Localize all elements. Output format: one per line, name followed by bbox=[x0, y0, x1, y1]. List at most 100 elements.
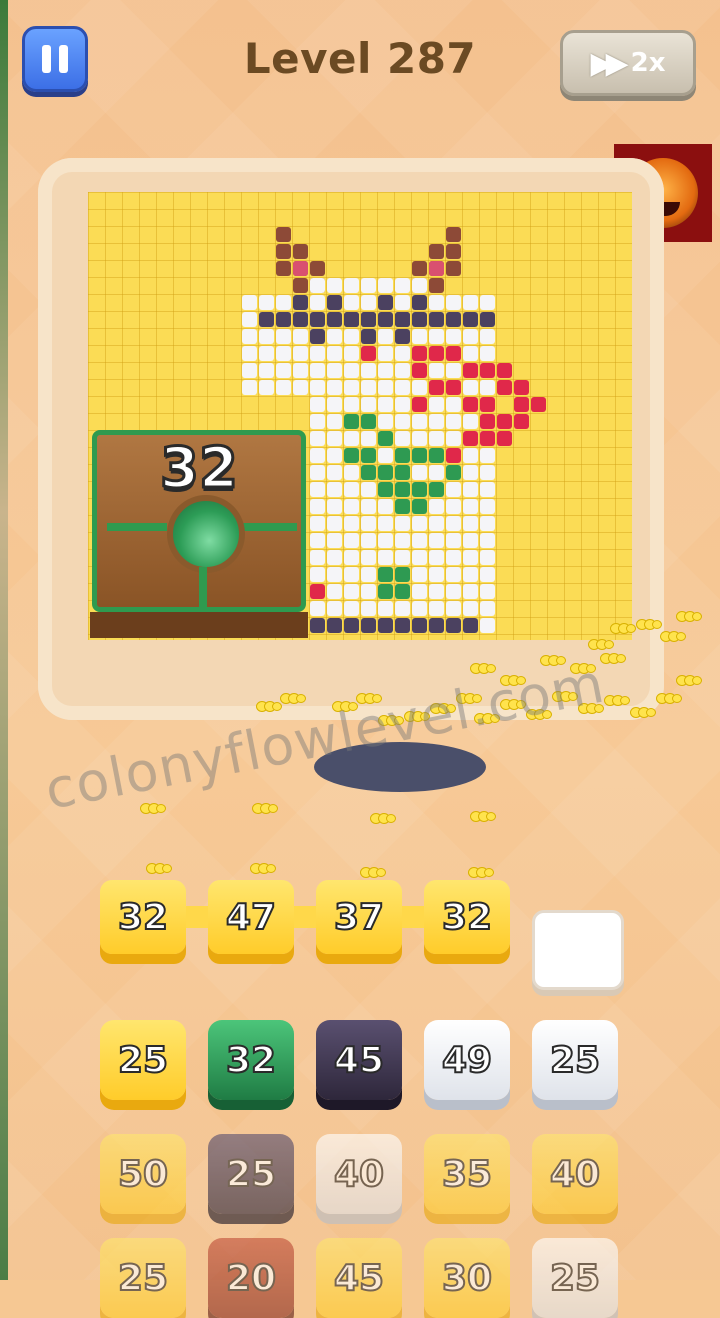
pixel bbox=[378, 397, 393, 412]
pixel bbox=[327, 533, 342, 548]
pixel bbox=[395, 567, 410, 582]
pixel bbox=[429, 261, 444, 276]
pixel bbox=[259, 380, 274, 395]
ant-icon bbox=[540, 652, 566, 666]
pixel bbox=[378, 414, 393, 429]
pixel bbox=[412, 550, 427, 565]
colony-tile[interactable]: 45 bbox=[316, 1020, 402, 1100]
pixel bbox=[276, 295, 291, 310]
colony-tile[interactable]: 25 bbox=[100, 1238, 186, 1318]
pixel bbox=[497, 380, 512, 395]
colony-tile[interactable]: 35 bbox=[424, 1134, 510, 1214]
ant-icon bbox=[370, 810, 396, 824]
pixel bbox=[480, 295, 495, 310]
ant-icon bbox=[526, 706, 552, 720]
pixel bbox=[463, 499, 478, 514]
pixel bbox=[429, 448, 444, 463]
ant-icon bbox=[140, 800, 166, 814]
pixel bbox=[327, 363, 342, 378]
colony-tile[interactable]: 25 bbox=[100, 1020, 186, 1100]
pixel bbox=[310, 397, 325, 412]
pixel bbox=[293, 312, 308, 327]
pixel bbox=[395, 516, 410, 531]
pixel bbox=[412, 346, 427, 361]
pixel bbox=[395, 312, 410, 327]
pixel bbox=[463, 431, 478, 446]
pixel bbox=[310, 584, 325, 599]
pixel bbox=[344, 448, 359, 463]
pixel bbox=[361, 567, 376, 582]
pixel bbox=[446, 601, 461, 616]
ant-icon bbox=[256, 698, 282, 712]
pixel bbox=[361, 465, 376, 480]
pixel bbox=[327, 397, 342, 412]
pixel bbox=[310, 295, 325, 310]
pixel bbox=[327, 618, 342, 633]
pixel bbox=[463, 448, 478, 463]
pixel bbox=[259, 363, 274, 378]
pixel bbox=[395, 397, 410, 412]
pixel bbox=[412, 516, 427, 531]
pixel bbox=[361, 346, 376, 361]
pixel bbox=[378, 295, 393, 310]
pixel bbox=[361, 499, 376, 514]
pixel bbox=[259, 346, 274, 361]
crate-orb-icon bbox=[167, 495, 245, 573]
pixel bbox=[310, 261, 325, 276]
colony-tile[interactable]: 32 bbox=[208, 1020, 294, 1100]
pixel bbox=[361, 278, 376, 293]
pixel bbox=[327, 601, 342, 616]
ant-icon bbox=[146, 860, 172, 874]
ant-icon bbox=[610, 620, 636, 634]
speed-toggle-button[interactable]: ▶▶ 2x bbox=[560, 30, 696, 96]
pixel bbox=[310, 278, 325, 293]
pixel bbox=[480, 618, 495, 633]
pixel bbox=[344, 516, 359, 531]
colony-tile[interactable]: 45 bbox=[316, 1238, 402, 1318]
pixel bbox=[429, 567, 444, 582]
pixel bbox=[446, 567, 461, 582]
pixel bbox=[429, 431, 444, 446]
colony-tile[interactable]: 25 bbox=[532, 1238, 618, 1318]
pixel bbox=[480, 431, 495, 446]
pixel bbox=[344, 584, 359, 599]
ant-icon bbox=[404, 708, 430, 722]
pixel bbox=[412, 567, 427, 582]
pixel bbox=[344, 499, 359, 514]
pixel bbox=[293, 363, 308, 378]
pixel bbox=[293, 295, 308, 310]
ant-icon bbox=[676, 672, 702, 686]
pixel bbox=[412, 261, 427, 276]
pixel bbox=[412, 380, 427, 395]
pixel bbox=[446, 482, 461, 497]
ant-icon bbox=[578, 700, 604, 714]
colony-tile[interactable]: 25 bbox=[208, 1134, 294, 1214]
pixel bbox=[242, 346, 257, 361]
colony-tile[interactable]: 30 bbox=[424, 1238, 510, 1318]
pixel bbox=[412, 448, 427, 463]
pixel bbox=[395, 499, 410, 514]
colony-tile[interactable]: 40 bbox=[532, 1134, 618, 1214]
pixel bbox=[344, 278, 359, 293]
pixel bbox=[276, 227, 291, 242]
pixel bbox=[242, 295, 257, 310]
pixel bbox=[344, 465, 359, 480]
colony-tile[interactable]: 50 bbox=[100, 1134, 186, 1214]
ant-icon bbox=[552, 688, 578, 702]
pixel bbox=[446, 465, 461, 480]
pixel bbox=[395, 584, 410, 599]
colony-tile[interactable]: 20 bbox=[208, 1238, 294, 1318]
pixel bbox=[378, 482, 393, 497]
pixel bbox=[378, 363, 393, 378]
pixel bbox=[327, 550, 342, 565]
pixel bbox=[344, 567, 359, 582]
ant-icon bbox=[630, 704, 656, 718]
pixel bbox=[327, 312, 342, 327]
colony-tile[interactable]: 49 bbox=[424, 1020, 510, 1100]
ant-icon bbox=[470, 660, 496, 674]
pixel bbox=[463, 465, 478, 480]
colony-tile[interactable]: 40 bbox=[316, 1134, 402, 1214]
colony-tile[interactable]: 25 bbox=[532, 1020, 618, 1100]
pixel bbox=[395, 363, 410, 378]
ant-icon bbox=[570, 660, 596, 674]
